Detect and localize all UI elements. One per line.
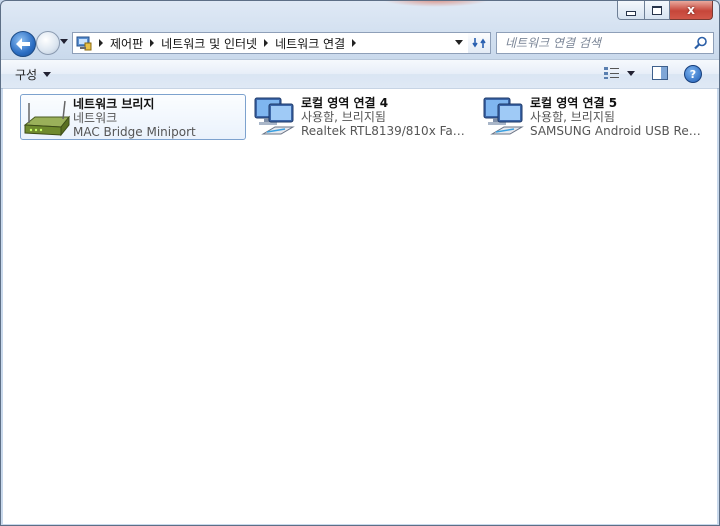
refresh-icon [472, 38, 486, 48]
help-button[interactable]: ? [684, 65, 702, 83]
view-tiles-icon [604, 67, 619, 79]
help-icon: ? [689, 67, 697, 81]
close-button[interactable]: x [670, 1, 713, 20]
item-status: 사용함, 브리지됨 [301, 110, 386, 124]
list-item-network-bridge[interactable]: 네트워크 브리지 네트워크 MAC Bridge Miniport [20, 94, 246, 140]
breadcrumb-separator[interactable] [352, 39, 357, 47]
organize-menu[interactable]: 구성 [15, 66, 52, 83]
item-status: 사용함, 브리지됨 [530, 110, 615, 124]
breadcrumb-network-connections[interactable]: 네트워크 연결 [275, 35, 345, 52]
item-name: 로컬 영역 연결 5 [530, 96, 618, 110]
explorer-window: x 제어판 네트워크 및 인터넷 네트워크 연결 네트워크 연결 검색 구성 ?… [0, 0, 720, 526]
preview-pane-button[interactable] [652, 66, 668, 83]
address-bar[interactable]: 제어판 네트워크 및 인터넷 네트워크 연결 [72, 32, 470, 54]
arrow-left-icon [16, 38, 30, 50]
item-device: Realtek RTL8139/810x Family Fa... [301, 124, 473, 138]
item-name: 네트워크 브리지 [73, 97, 155, 111]
item-name: 로컬 영역 연결 4 [301, 96, 389, 110]
preview-pane-icon [652, 66, 668, 80]
item-device: SAMSUNG Android USB Remote... [530, 124, 702, 138]
item-status: 네트워크 [73, 111, 118, 125]
title-bar[interactable]: x [1, 1, 719, 27]
search-icon [694, 36, 707, 50]
minimize-icon [626, 10, 636, 16]
back-button[interactable] [10, 31, 36, 57]
maximize-icon [652, 5, 662, 15]
window-controls: x [617, 1, 713, 20]
organize-label: 구성 [15, 68, 38, 82]
forward-button[interactable] [36, 31, 60, 55]
lan-connection-icon [478, 94, 530, 138]
chevron-down-icon [627, 70, 635, 76]
address-history-dropdown[interactable] [455, 40, 463, 45]
breadcrumb-network-and-internet[interactable]: 네트워크 및 인터넷 [161, 35, 257, 52]
network-bridge-icon [21, 95, 73, 139]
maximize-button[interactable] [645, 1, 670, 20]
connections-list: 네트워크 브리지 네트워크 MAC Bridge Miniport 로컬 영역 … [3, 88, 717, 524]
search-box[interactable] [496, 32, 714, 54]
close-icon: x [687, 3, 695, 17]
item-device: MAC Bridge Miniport [73, 125, 196, 139]
title-glow [381, 1, 491, 7]
search-input[interactable] [503, 35, 687, 51]
breadcrumb-separator[interactable] [150, 39, 155, 47]
list-item-local-area-connection-4[interactable]: 로컬 영역 연결 4 사용함, 브리지됨 Realtek RTL8139/810… [249, 94, 473, 138]
breadcrumb-control-panel[interactable]: 제어판 [110, 35, 143, 52]
lan-connection-icon [249, 94, 301, 138]
list-item-local-area-connection-5[interactable]: 로컬 영역 연결 5 사용함, 브리지됨 SAMSUNG Android USB… [478, 94, 702, 138]
recent-pages-dropdown[interactable] [60, 39, 68, 44]
breadcrumb-separator[interactable] [264, 39, 269, 47]
breadcrumb-separator[interactable] [99, 39, 103, 47]
navigation-row: 제어판 네트워크 및 인터넷 네트워크 연결 [1, 27, 719, 59]
minimize-button[interactable] [617, 1, 645, 20]
change-view-button[interactable] [603, 66, 635, 80]
refresh-button[interactable] [468, 32, 491, 54]
chevron-down-icon [43, 72, 52, 77]
control-panel-icon [76, 35, 92, 51]
command-bar: 구성 ? [1, 59, 719, 89]
